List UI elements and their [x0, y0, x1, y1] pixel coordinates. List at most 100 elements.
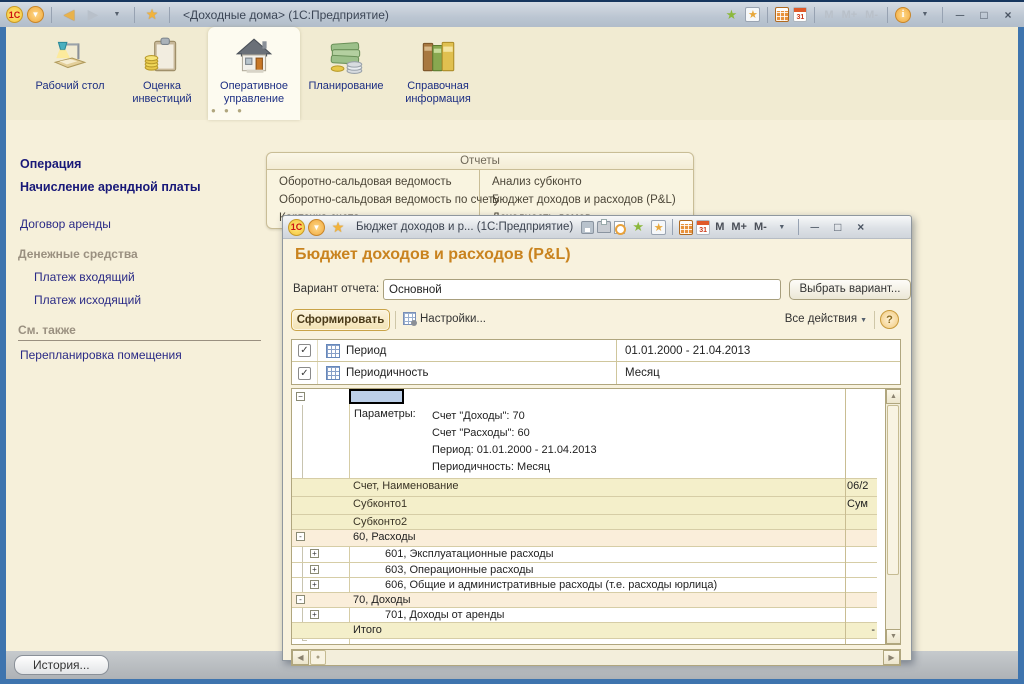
- close-button[interactable]: ×: [851, 218, 871, 236]
- report-parameters-block[interactable]: Параметры: Счет "Доходы": 70 Счет "Расхо…: [292, 405, 877, 479]
- all-actions-button[interactable]: Все действия▼: [785, 313, 867, 325]
- 1c-logo-icon: 1С: [6, 6, 23, 23]
- section-tab-investment-evaluation[interactable]: Оценка инвестиций: [116, 27, 208, 120]
- memory-button-m-plus[interactable]: M+: [729, 221, 749, 233]
- parameter-value[interactable]: Месяц: [616, 362, 900, 384]
- memory-button-m-minus: M-: [863, 9, 880, 21]
- sidebar-item-rent-accrual[interactable]: Начисление арендной платы: [20, 180, 265, 194]
- generate-button[interactable]: Сформировать: [291, 309, 390, 331]
- vertical-scrollbar[interactable]: ▲ ▼: [885, 389, 900, 644]
- calculator-icon[interactable]: [679, 220, 693, 235]
- section-tab-desktop[interactable]: Рабочий стол: [24, 27, 116, 120]
- table-row[interactable]: + 601, Эксплуатационные расходы: [292, 547, 877, 563]
- calendar-icon[interactable]: 31: [793, 7, 807, 22]
- maximize-button[interactable]: □: [828, 218, 848, 236]
- settings-label: Настройки...: [420, 313, 486, 325]
- checkbox-checked-icon[interactable]: ✓: [298, 344, 311, 357]
- collapse-icon[interactable]: -: [296, 532, 305, 541]
- table-header-row[interactable]: Субконто1 Сум: [292, 497, 877, 515]
- back-button[interactable]: ◀: [59, 6, 79, 24]
- report-link-turnover-balance[interactable]: Оборотно-сальдовая ведомость: [279, 173, 479, 191]
- add-to-favorites-icon[interactable]: ★: [721, 6, 741, 24]
- minimize-button[interactable]: ─: [950, 6, 970, 24]
- sidebar-item-premises-replanning[interactable]: Перепланировка помещения: [20, 348, 265, 362]
- expand-icon[interactable]: +: [310, 549, 319, 558]
- sidebar-group-see-also: См. также: [18, 323, 261, 341]
- history-dropdown-icon[interactable]: ▼: [107, 6, 127, 24]
- table-row[interactable]: + 606, Общие и административные расходы …: [292, 578, 877, 593]
- sidebar-item-operation[interactable]: Операция: [20, 157, 265, 171]
- expand-icon[interactable]: +: [310, 565, 319, 574]
- forward-button[interactable]: ▶: [83, 6, 103, 24]
- memory-button-m-minus[interactable]: M-: [752, 221, 769, 233]
- table-header-row[interactable]: Счет, Наименование 06/2: [292, 479, 877, 497]
- main-menu-button[interactable]: ▼: [27, 6, 44, 23]
- horizontal-scrollbar-thumb[interactable]: ●: [310, 650, 326, 665]
- expand-icon[interactable]: +: [310, 580, 319, 589]
- maximize-button[interactable]: □: [974, 6, 994, 24]
- section-tab-reference-info[interactable]: Справочная информация: [392, 27, 484, 120]
- table-row[interactable]: - 70, Доходы: [292, 593, 877, 608]
- info-dropdown-icon[interactable]: ▼: [915, 6, 935, 24]
- favorites-star-button[interactable]: ★: [142, 6, 162, 24]
- save-icon[interactable]: [581, 221, 594, 234]
- param-line: Счет "Доходы": 70: [432, 408, 597, 425]
- main-window-title: <Доходные дома> (1С:Предприятие): [177, 8, 395, 22]
- horizontal-scrollbar[interactable]: ◀ ● ▶: [291, 649, 901, 666]
- variant-input[interactable]: [383, 279, 781, 300]
- add-to-favorites-icon[interactable]: ★: [628, 218, 648, 236]
- window-menu-button[interactable]: ▼: [308, 219, 325, 236]
- info-button[interactable]: i: [895, 7, 911, 23]
- sidebar-group-cash: Денежные средства: [18, 247, 265, 261]
- close-button[interactable]: ×: [998, 6, 1018, 24]
- table-row[interactable]: - 60, Расходы: [292, 530, 877, 547]
- expand-icon[interactable]: +: [310, 610, 319, 619]
- sidebar-item-incoming-payment[interactable]: Платеж входящий: [34, 270, 265, 284]
- scroll-right-icon[interactable]: ▶: [883, 650, 900, 665]
- favorites-star-button[interactable]: ★: [328, 218, 348, 236]
- scroll-left-icon[interactable]: ◀: [292, 650, 309, 665]
- panel-resize-grip[interactable]: ● ● ●: [211, 106, 245, 115]
- favorites-window-icon[interactable]: ★: [745, 7, 760, 22]
- memory-button-m[interactable]: M: [713, 221, 726, 233]
- scroll-down-icon[interactable]: ▼: [886, 629, 901, 644]
- print-preview-icon[interactable]: [614, 221, 625, 234]
- table-row[interactable]: + 603, Операционные расходы: [292, 563, 877, 578]
- print-icon[interactable]: [597, 221, 611, 233]
- collapse-icon[interactable]: −: [296, 392, 305, 401]
- report-link-subconto-analysis[interactable]: Анализ субконто: [492, 173, 693, 191]
- calculator-icon[interactable]: [775, 7, 789, 22]
- history-button[interactable]: История...: [14, 655, 109, 675]
- scroll-up-icon[interactable]: ▲: [886, 389, 901, 404]
- section-label: Планирование: [308, 80, 383, 93]
- table-row[interactable]: + 701, Доходы от аренды: [292, 608, 877, 623]
- table-header-row[interactable]: Субконто2: [292, 515, 877, 530]
- period-calendar-icon: [326, 344, 340, 358]
- spreadsheet-top-row[interactable]: −: [292, 389, 877, 405]
- settings-button[interactable]: Настройки...: [403, 312, 486, 325]
- choose-variant-button[interactable]: Выбрать вариант...: [789, 279, 911, 300]
- table-row-total[interactable]: Итого -: [292, 623, 877, 639]
- report-link-turnover-balance-by-account[interactable]: Оборотно-сальдовая ведомость по счету: [279, 191, 479, 209]
- checkbox-checked-icon[interactable]: ✓: [298, 367, 311, 380]
- calendar-icon[interactable]: 31: [696, 220, 710, 235]
- vertical-scrollbar-thumb[interactable]: [887, 405, 899, 575]
- parameter-row-period[interactable]: ✓ Период 01.01.2000 - 21.04.2013: [292, 340, 900, 362]
- section-tab-planning[interactable]: Планирование: [300, 27, 392, 120]
- collapse-icon[interactable]: -: [296, 595, 305, 604]
- sidebar-item-lease-contract[interactable]: Договор аренды: [20, 217, 265, 231]
- parameter-value[interactable]: 01.01.2000 - 21.04.2013: [616, 340, 900, 361]
- section-label: Справочная информация: [392, 80, 484, 106]
- favorites-window-icon[interactable]: ★: [651, 220, 666, 235]
- parameter-row-periodicity[interactable]: ✓ Периодичность Месяц: [292, 362, 900, 384]
- selected-cell[interactable]: [350, 390, 403, 403]
- report-link-pnl-budget[interactable]: Бюджет доходов и расходов (P&L): [492, 191, 693, 209]
- money-stack-icon: [325, 35, 367, 77]
- chevron-down-icon: ▼: [860, 317, 867, 324]
- section-label: Оперативное управление: [208, 80, 300, 106]
- help-button[interactable]: ?: [880, 310, 899, 329]
- reports-panel-title: Отчеты: [267, 153, 693, 170]
- more-dropdown-icon[interactable]: ▼: [772, 218, 792, 236]
- minimize-button[interactable]: ─: [805, 218, 825, 236]
- sidebar-item-outgoing-payment[interactable]: Платеж исходящий: [34, 293, 265, 307]
